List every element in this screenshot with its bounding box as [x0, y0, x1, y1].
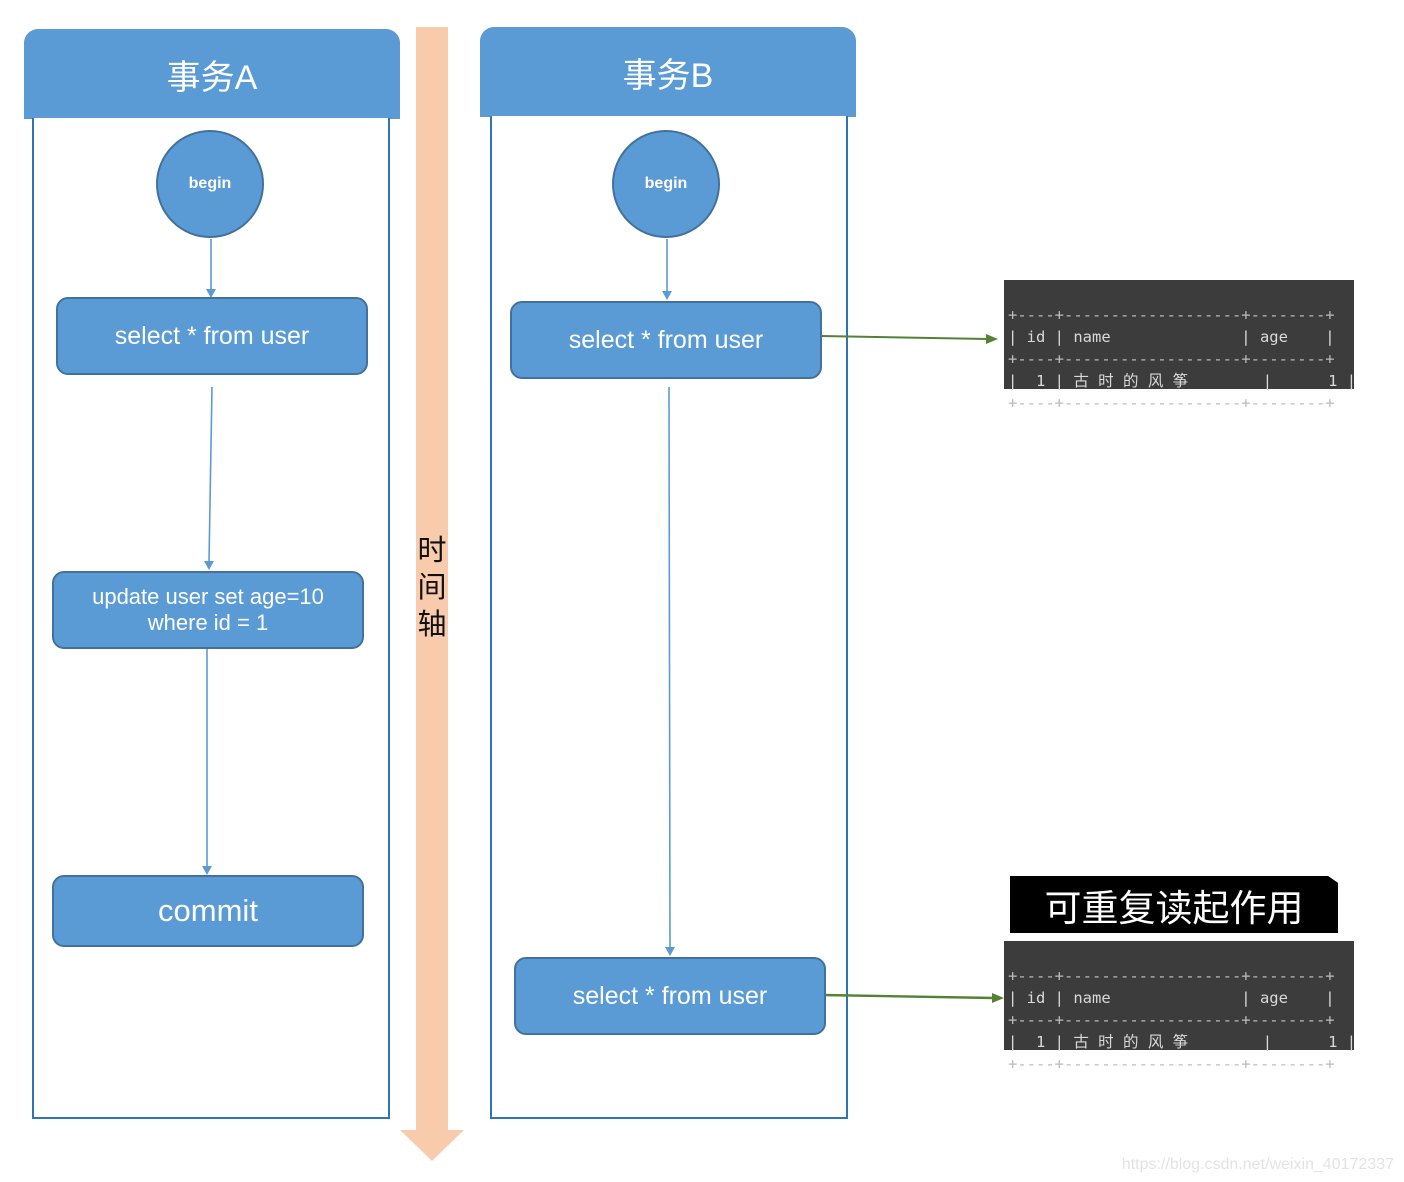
lane-b-step-select-2: select * from user [514, 957, 826, 1035]
arrowhead-icon [986, 334, 998, 344]
step-text: select * from user [114, 322, 310, 350]
table-border: +----+-------------------+--------+ [1008, 306, 1335, 324]
repeatable-read-note: 可重复读起作用 [1010, 876, 1338, 933]
arrowhead-icon [202, 866, 212, 875]
lane-a-step-select: select * from user [56, 297, 368, 375]
table-border: +----+-------------------+--------+ [1008, 350, 1335, 368]
step-text: select * from user [568, 326, 764, 354]
lane-b-begin-node: begin [612, 130, 720, 238]
lane-a-step-commit: commit [52, 875, 364, 947]
begin-label: begin [644, 175, 688, 192]
table-border: +----+-------------------+--------+ [1008, 1011, 1335, 1029]
step-text: commit [158, 893, 258, 929]
note-text: 可重复读起作用 [1044, 886, 1304, 930]
table-header-row: | id | name | age | [1008, 328, 1335, 346]
result-table-2: +----+-------------------+--------+ | id … [1004, 941, 1357, 1073]
watermark: https://blog.csdn.net/weixin_40172337 [1121, 1156, 1394, 1173]
table-border: +----+-------------------+--------+ [1008, 967, 1335, 985]
table-header-row: | id | name | age | [1008, 989, 1335, 1007]
result-table-1: +----+-------------------+--------+ | id … [1004, 280, 1357, 412]
table-border: +----+-------------------+--------+ [1008, 1055, 1335, 1073]
arrowhead-icon [204, 561, 214, 570]
arrowhead-icon [662, 291, 672, 300]
lane-a-step-update: update user set age=10 where id = 1 [52, 571, 364, 649]
table-row: | 1 | 古 时 的 风 筝 | 1 | [1008, 372, 1357, 390]
arrowhead-icon [992, 993, 1004, 1003]
table-border: +----+-------------------+--------+ [1008, 394, 1335, 412]
table-row: | 1 | 古 时 的 风 筝 | 1 | [1008, 1033, 1357, 1051]
lane-b-step-select-1: select * from user [510, 301, 822, 379]
flow-arrow [668, 386, 671, 949]
begin-label: begin [188, 175, 232, 192]
step-text: where id = 1 [147, 610, 269, 635]
step-text: select * from user [572, 982, 768, 1010]
lane-a-begin-node: begin [156, 130, 264, 238]
result-arrow [822, 993, 995, 1000]
arrowhead-icon [665, 947, 675, 956]
step-text: update user set age=10 [92, 583, 324, 609]
flow-arrow [208, 386, 213, 563]
result-arrow [820, 335, 989, 340]
